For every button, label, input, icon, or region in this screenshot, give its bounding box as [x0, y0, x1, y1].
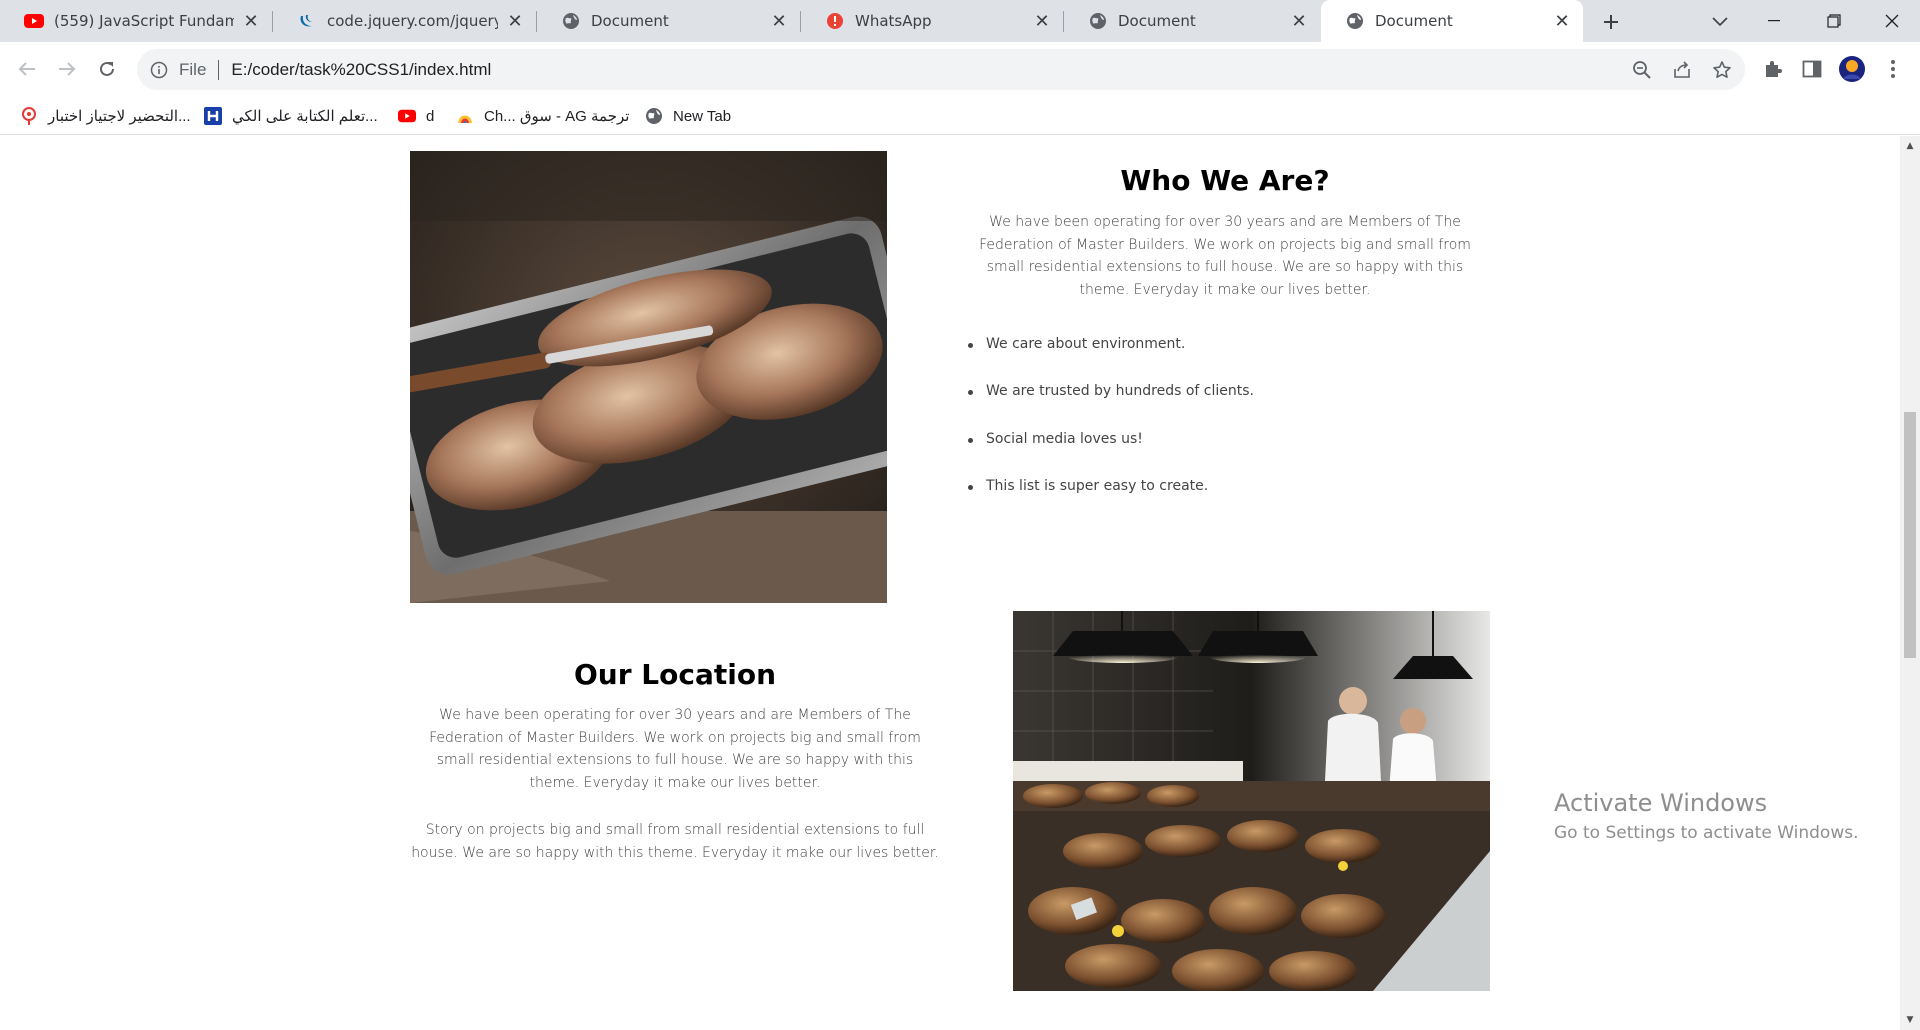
address-bar[interactable]: File E:/coder/task%20CSS1/index.html: [137, 49, 1745, 90]
alert-icon: [825, 11, 845, 31]
tab-title: Document: [1118, 12, 1196, 30]
tab-document-1[interactable]: Document ✕: [537, 0, 800, 42]
tab-title: code.jquery.com/jquery-3.7: [327, 12, 498, 30]
page-viewport: Who We Are? We have been operating for o…: [0, 136, 1900, 1030]
info-icon[interactable]: [149, 60, 169, 80]
close-tab-icon[interactable]: ✕: [504, 10, 526, 32]
bookmarks-bar: التحضير لاجتياز اختبار... تعلم الكتابة ع…: [0, 97, 1920, 135]
reload-button[interactable]: [92, 54, 122, 84]
tab-title: (559) JavaScript Fundament: [54, 12, 234, 30]
activate-windows-title: Activate Windows: [1554, 789, 1768, 817]
bakery-counter-photo: [1013, 611, 1490, 991]
close-tab-icon[interactable]: ✕: [768, 10, 790, 32]
bookmark-label: التحضير لاجتياز اختبار...: [48, 108, 191, 125]
bookmark-item-5[interactable]: New Tab: [645, 103, 731, 129]
scheme-divider: [218, 59, 220, 80]
scroll-thumb[interactable]: [1904, 412, 1916, 658]
new-tab-button[interactable]: [1597, 8, 1625, 36]
globe-icon: [645, 107, 663, 125]
bookmark-item-2[interactable]: تعلم الكتابة على الكي...: [204, 103, 378, 129]
who-we-are-paragraph: We have been operating for over 30 years…: [979, 214, 1471, 298]
tab-title: Document: [591, 12, 669, 30]
scroll-down-arrow-icon[interactable]: ▼: [1900, 1012, 1920, 1028]
list-item: We care about environment.: [965, 336, 1465, 383]
bookmark-item-3[interactable]: d: [398, 103, 434, 129]
bookmark-label: Ch... سوق - AG ترجمة: [484, 108, 630, 125]
close-window-button[interactable]: [1864, 0, 1920, 42]
chrome-menu-icon[interactable]: [1878, 54, 1908, 84]
tab-jquery[interactable]: code.jquery.com/jquery-3.7 ✕: [273, 0, 536, 42]
scheme-label: File: [179, 59, 207, 79]
tab-title: Document: [1375, 12, 1453, 30]
our-location-title: Our Location: [573, 658, 776, 691]
tab-document-active[interactable]: Document ✕: [1321, 0, 1583, 42]
ag-logo-icon: [456, 107, 474, 125]
page-scrollbar[interactable]: ▲ ▼: [1900, 136, 1920, 1030]
extensions-puzzle-icon[interactable]: [1758, 54, 1788, 84]
h-logo-icon: [204, 107, 222, 125]
close-tab-icon[interactable]: ✕: [1031, 10, 1053, 32]
bookmark-label: New Tab: [673, 107, 732, 125]
bread-tray-photo: [410, 151, 887, 603]
bookmark-item-4[interactable]: Ch... سوق - AG ترجمة: [456, 103, 629, 129]
list-item: We are trusted by hundreds of clients.: [965, 383, 1465, 430]
pin-icon: [20, 107, 38, 125]
minimize-button[interactable]: [1746, 0, 1802, 42]
side-panel-icon[interactable]: [1797, 54, 1827, 84]
activate-windows-subtitle: Go to Settings to activate Windows.: [1554, 823, 1859, 843]
bookmark-item-1[interactable]: التحضير لاجتياز اختبار...: [20, 103, 191, 129]
close-tab-icon[interactable]: ✕: [1288, 10, 1310, 32]
tab-document-2[interactable]: Document ✕: [1064, 0, 1320, 42]
share-icon[interactable]: [1671, 59, 1693, 81]
forward-button[interactable]: [52, 54, 82, 84]
jquery-icon: [297, 11, 317, 31]
feature-list: We care about environment. We are truste…: [965, 336, 1465, 525]
globe-icon: [561, 11, 581, 31]
restore-button[interactable]: [1806, 0, 1862, 42]
close-tab-icon[interactable]: ✕: [1551, 10, 1573, 32]
bookmark-label: تعلم الكتابة على الكي...: [232, 108, 378, 125]
back-button[interactable]: [12, 54, 42, 84]
our-location-paragraph: We have been operating for over 30 years…: [429, 707, 921, 791]
bookmark-label: d: [426, 107, 435, 125]
tab-search-chevron-down-icon[interactable]: [1706, 8, 1734, 36]
zoom-icon[interactable]: [1631, 59, 1653, 81]
tab-title: WhatsApp: [855, 12, 932, 30]
browser-toolbar: File E:/coder/task%20CSS1/index.html: [0, 42, 1920, 97]
profile-avatar[interactable]: [1837, 54, 1867, 84]
globe-icon: [1345, 11, 1365, 31]
youtube-icon: [24, 11, 44, 31]
youtube-icon: [398, 107, 416, 125]
list-item: Social media loves us!: [965, 431, 1465, 478]
globe-icon: [1088, 11, 1108, 31]
our-location-story-paragraph: Story on projects big and small from sma…: [411, 822, 939, 861]
scroll-up-arrow-icon[interactable]: ▲: [1900, 138, 1920, 154]
bookmark-star-icon[interactable]: [1711, 59, 1733, 81]
tab-whatsapp[interactable]: WhatsApp ✕: [801, 0, 1063, 42]
tab-youtube[interactable]: (559) JavaScript Fundament ✕: [0, 0, 272, 42]
list-item: This list is super easy to create.: [965, 478, 1465, 525]
close-tab-icon[interactable]: ✕: [240, 10, 262, 32]
who-we-are-title: Who We Are?: [1120, 164, 1330, 197]
tab-strip: (559) JavaScript Fundament ✕ code.jquery…: [0, 0, 1920, 42]
url-text[interactable]: E:/coder/task%20CSS1/index.html: [231, 60, 491, 80]
